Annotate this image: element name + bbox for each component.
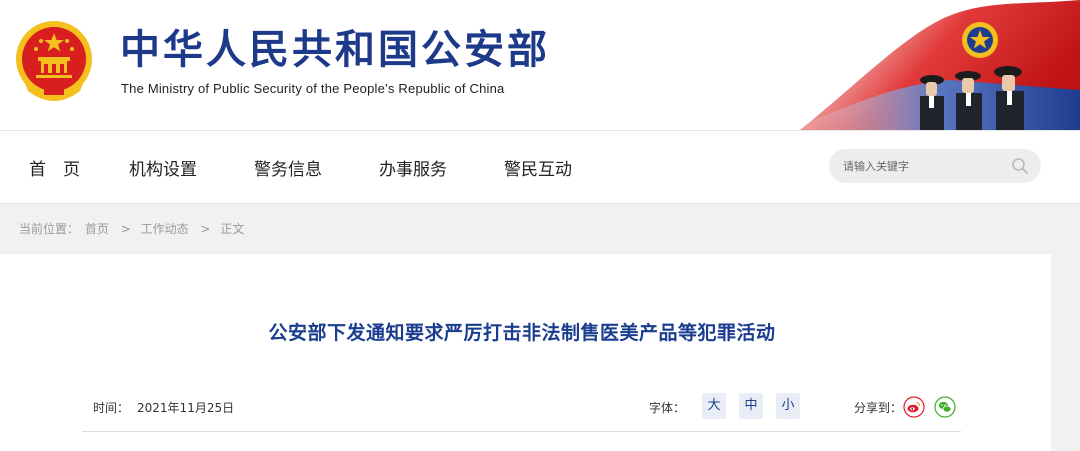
site-header: 中华人民共和国公安部 The Ministry of Public Securi… [0,0,1080,130]
search-input[interactable] [843,157,1003,175]
breadcrumb-separator: > [200,222,211,236]
article-time: 时间： 2021年11月25日 [93,399,234,416]
nav-item-interaction[interactable]: 警民互动 [504,155,572,180]
breadcrumb: 当前位置： 首页 > 工作动态 > 正文 [19,220,246,237]
article-divider [82,431,961,432]
breadcrumb-prefix: 当前位置： [19,222,80,236]
share-label: 分享到： [854,401,903,415]
site-subtitle: The Ministry of Public Security of the P… [121,81,505,96]
breadcrumb-item-home[interactable]: 首页 [85,222,109,236]
time-value: 2021年11月25日 [137,401,235,415]
breadcrumb-separator: > [120,222,131,236]
main-nav: 首 页 机构设置 警务信息 办事服务 警民互动 [0,130,1080,204]
wechat-icon[interactable] [934,396,956,418]
police-banner-image [790,0,1080,130]
font-size-label: 字体： [649,401,686,415]
nav-item-home[interactable]: 首 页 [29,155,80,180]
search-box [829,149,1041,183]
font-size-medium-button[interactable]: 中 [739,393,763,419]
nav-item-organization[interactable]: 机构设置 [129,155,197,180]
search-icon[interactable] [1011,157,1029,175]
weibo-icon[interactable] [903,396,925,418]
national-emblem-icon[interactable] [14,19,94,103]
site-title: 中华人民共和国公安部 [120,27,550,73]
breadcrumb-item-current: 正文 [220,222,245,236]
nav-item-police-info[interactable]: 警务信息 [254,155,322,180]
breadcrumb-item-news[interactable]: 工作动态 [141,222,189,236]
article-title: 公安部下发通知要求严厉打击非法制售医美产品等犯罪活动 [268,322,776,344]
time-label: 时间： [93,401,130,415]
article-panel: 公安部下发通知要求严厉打击非法制售医美产品等犯罪活动 时间： 2021年11月25… [0,254,1051,451]
font-size-small-button[interactable]: 小 [776,393,800,419]
font-size-large-button[interactable]: 大 [702,393,726,419]
nav-item-services[interactable]: 办事服务 [379,155,447,180]
